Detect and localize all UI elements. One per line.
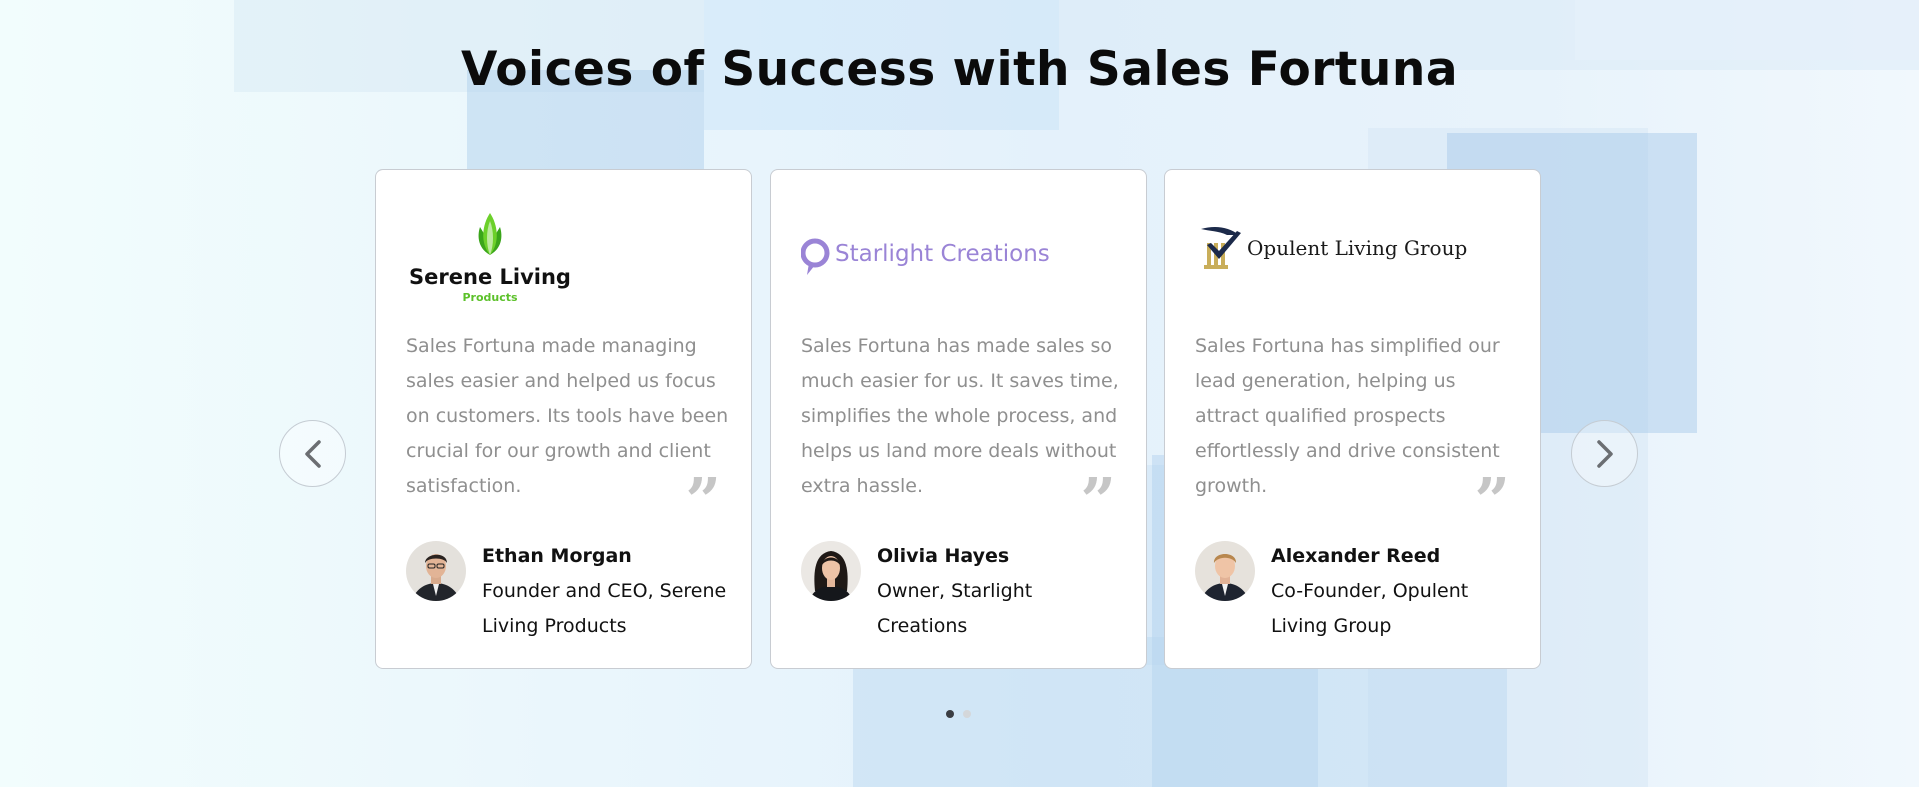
lotus-leaf-icon: Serene Living Products bbox=[409, 213, 571, 304]
company-logo-serene-living: Serene Living Products bbox=[406, 205, 726, 305]
person-role: Co-Founder, Opulent Living Group bbox=[1271, 580, 1469, 637]
quote-mark-icon: ” bbox=[1474, 464, 1510, 537]
person-name: Alexander Reed bbox=[1271, 545, 1441, 567]
testimonial-card: Starlight Creations Sales Fortuna has ma… bbox=[770, 169, 1147, 669]
pagination-dot-1[interactable] bbox=[946, 710, 954, 718]
testimonial-quote: Sales Fortuna made managing sales easier… bbox=[406, 335, 729, 497]
person-name: Ethan Morgan bbox=[482, 545, 632, 567]
svg-text:Opulent Living Group: Opulent Living Group bbox=[1247, 236, 1467, 260]
svg-text:Products: Products bbox=[462, 291, 518, 304]
pagination-dot-2[interactable] bbox=[963, 710, 971, 718]
person-info: Alexander Reed Co-Founder, Opulent Livin… bbox=[1271, 539, 1521, 644]
avatar bbox=[406, 541, 466, 601]
avatar bbox=[1195, 541, 1255, 601]
person-info: Olivia Hayes Owner, Starlight Creations bbox=[877, 539, 1127, 644]
person-role: Founder and CEO, Serene Living Products bbox=[482, 580, 727, 637]
svg-text:Serene Living: Serene Living bbox=[409, 265, 571, 289]
testimonials-section: Voices of Success with Sales Fortuna Ser… bbox=[0, 0, 1919, 787]
svg-text:Starlight Creations: Starlight Creations bbox=[835, 241, 1050, 267]
testimonial-card: Serene Living Products Sales Fortuna mad… bbox=[375, 169, 752, 669]
chevron-left-icon bbox=[304, 439, 321, 468]
quote-mark-icon: ” bbox=[1080, 464, 1116, 537]
person-name: Olivia Hayes bbox=[877, 545, 1010, 567]
section-title: Voices of Success with Sales Fortuna bbox=[460, 42, 1459, 97]
company-logo-opulent-living-group: Opulent Living Group bbox=[1195, 205, 1515, 305]
pillar-check-icon: Opulent Living Group bbox=[1201, 227, 1467, 269]
quote-mark-icon: ” bbox=[685, 464, 721, 537]
company-logo-starlight-creations: Starlight Creations bbox=[800, 205, 1121, 305]
carousel-pagination bbox=[946, 710, 971, 718]
person-role: Owner, Starlight Creations bbox=[877, 580, 1033, 637]
person-info: Ethan Morgan Founder and CEO, Serene Liv… bbox=[482, 539, 732, 644]
carousel-prev-button[interactable] bbox=[279, 420, 346, 487]
carousel-next-button[interactable] bbox=[1571, 420, 1638, 487]
chevron-right-icon bbox=[1596, 439, 1613, 468]
speech-bubble-icon: Starlight Creations bbox=[800, 238, 1050, 275]
testimonial-quote: Sales Fortuna has simplified our lead ge… bbox=[1195, 335, 1500, 497]
testimonial-card: Opulent Living Group Sales Fortuna has s… bbox=[1164, 169, 1541, 669]
testimonial-quote: Sales Fortuna has made sales so much eas… bbox=[801, 335, 1119, 497]
avatar bbox=[801, 541, 861, 601]
